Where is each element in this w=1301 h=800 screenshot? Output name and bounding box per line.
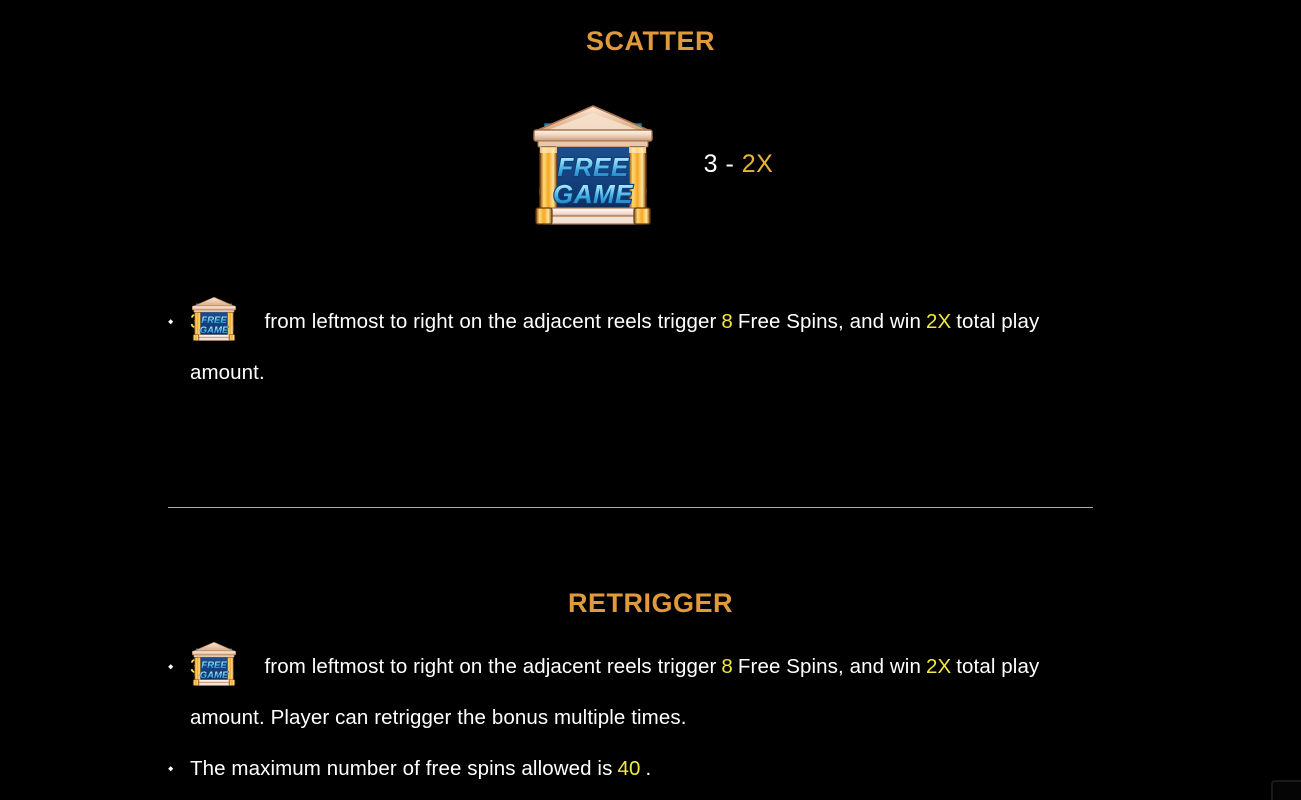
svg-text:FREE: FREE — [201, 315, 227, 326]
scatter-rules-list: ⬩3 FREE GAME — [168, 295, 1098, 398]
scatter-free-spins-count: 8 — [721, 310, 733, 333]
retrigger-rule-text-1: from leftmost to right on the adjacent r… — [264, 655, 717, 678]
bullet-marker: ⬩ — [168, 313, 174, 330]
scatter-symbol-row: FREE GAME 3 - 2X — [0, 100, 1301, 228]
bullet-marker: ⬩ — [168, 658, 174, 675]
retrigger-free-spins-count: 8 — [721, 655, 733, 678]
section-divider — [168, 507, 1093, 508]
list-item: ⬩ The maximum number of free spins allowe… — [168, 743, 1098, 794]
list-item: ⬩3 FREE GAME — [168, 295, 1098, 398]
svg-text:GAME: GAME — [553, 179, 633, 209]
retrigger-rule-text-2: Free Spins, and win — [737, 655, 921, 678]
scatter-paytable-value: 3 - 2X — [704, 150, 774, 179]
free-game-scatter-symbol-inline: FREE GAME — [191, 295, 260, 342]
svg-text:FREE: FREE — [201, 660, 227, 671]
max-free-spins-period: . — [645, 757, 652, 780]
list-item: ⬩3 FREE GAME — [168, 640, 1098, 743]
corner-artifact — [1271, 780, 1301, 800]
scatter-section-title: SCATTER — [586, 26, 715, 56]
svg-text:GAME: GAME — [199, 325, 228, 336]
retrigger-rules-list: ⬩3 FREE GAME — [168, 640, 1098, 794]
retrigger-section-title: RETRIGGER — [567, 588, 733, 618]
free-game-scatter-symbol: FREE GAME — [528, 100, 658, 228]
free-game-scatter-symbol-inline: FREE GAME — [191, 640, 260, 687]
scatter-award: 2X — [741, 149, 774, 178]
scatter-rule-text-2: Free Spins, and win — [737, 310, 921, 333]
svg-text:GAME: GAME — [199, 670, 228, 681]
retrigger-rule-multiplier: 2X — [925, 655, 952, 678]
bullet-marker: ⬩ — [168, 760, 174, 777]
paytable-page: SCATTER FREE GAME 3 - 2X ⬩ FREE GAME fro… — [0, 0, 1301, 800]
max-free-spins-value: 40 — [617, 757, 641, 780]
max-free-spins-text: The maximum number of free spins allowed… — [190, 757, 613, 780]
scatter-rule-multiplier: 2X — [925, 310, 952, 333]
svg-text:FREE: FREE — [557, 152, 629, 182]
scatter-separator: - — [725, 149, 735, 178]
scatter-count: 3 — [703, 149, 719, 178]
scatter-rule-text-1: from leftmost to right on the adjacent r… — [264, 310, 717, 333]
